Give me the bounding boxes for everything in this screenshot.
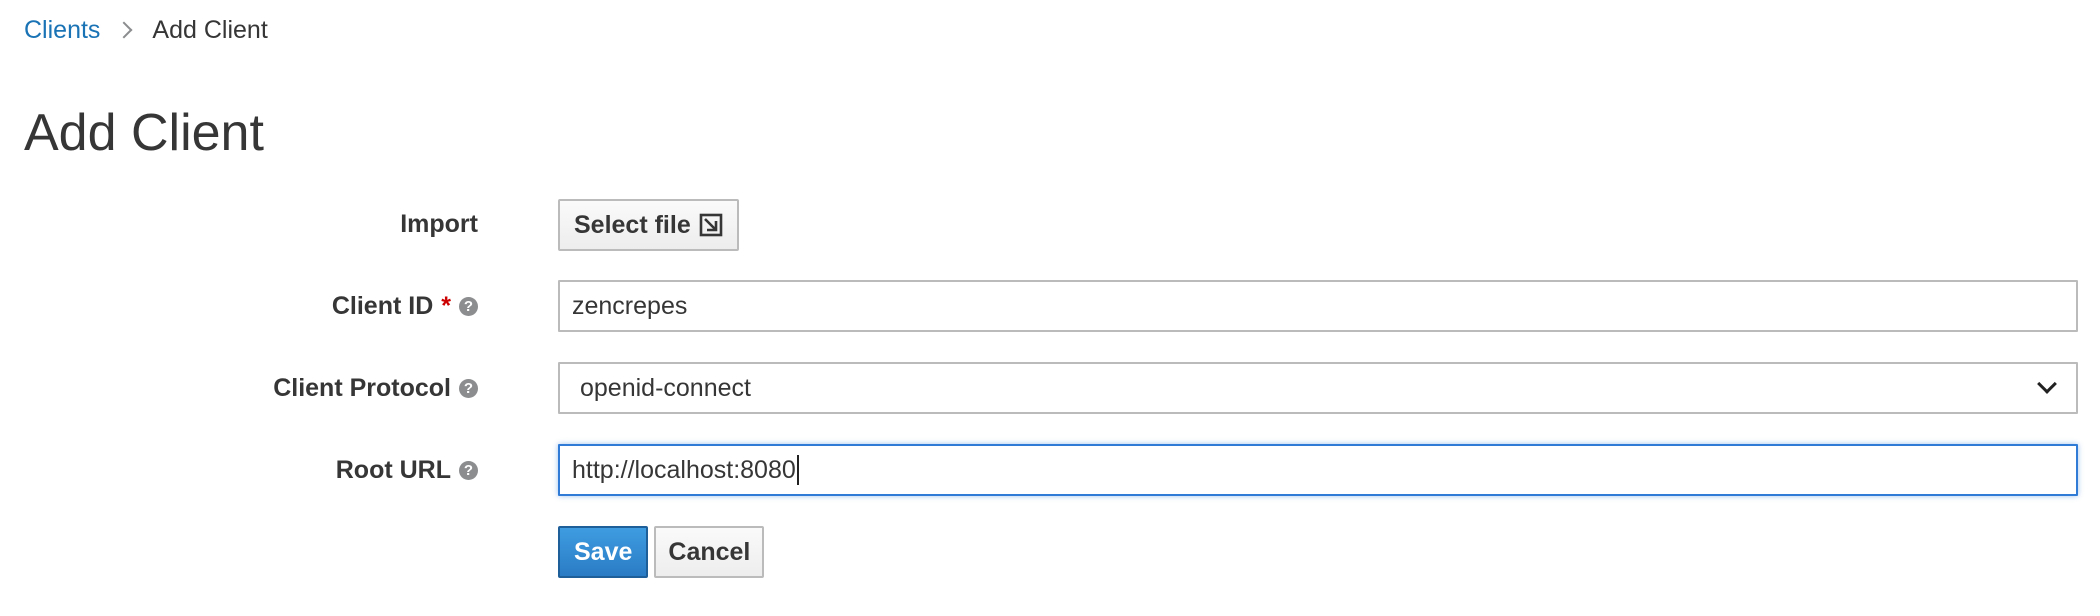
page-title: Add Client xyxy=(24,104,264,162)
breadcrumb: Clients Add Client xyxy=(24,12,268,48)
client-protocol-label-wrap: Client Protocol ? xyxy=(273,362,478,414)
root-url-value: http://localhost:8080 xyxy=(572,455,796,484)
select-file-button[interactable]: Select file xyxy=(558,199,739,251)
root-url-control: http://localhost:8080 xyxy=(558,444,2078,496)
breadcrumb-link-clients[interactable]: Clients xyxy=(24,16,100,45)
client-id-value: zencrepes xyxy=(572,291,688,320)
root-url-row: Root URL ? http://localhost:8080 xyxy=(0,444,2100,496)
cancel-button[interactable]: Cancel xyxy=(654,526,765,578)
chevron-right-icon xyxy=(115,21,133,39)
import-label-wrap: Import xyxy=(400,198,478,250)
chevron-down-icon xyxy=(2037,374,2057,394)
import-label: Import xyxy=(400,209,478,238)
root-url-label-wrap: Root URL ? xyxy=(336,444,478,496)
text-cursor xyxy=(796,455,799,485)
import-control: Select file xyxy=(558,199,739,251)
root-url-label: Root URL xyxy=(335,455,451,484)
client-protocol-row: Client Protocol ? openid-connect xyxy=(0,362,2100,414)
import-file-icon xyxy=(699,213,723,237)
client-id-control: zencrepes xyxy=(558,280,2078,332)
breadcrumb-current: Add Client xyxy=(152,15,268,44)
root-url-input[interactable]: http://localhost:8080 xyxy=(558,444,2078,496)
select-file-label: Select file xyxy=(574,210,691,239)
question-circle-icon[interactable]: ? xyxy=(459,378,478,398)
form-actions: Save Cancel xyxy=(558,526,765,578)
client-protocol-selected: openid-connect xyxy=(580,373,751,402)
save-button[interactable]: Save xyxy=(558,526,649,578)
import-row: Import Select file xyxy=(0,198,2100,251)
question-circle-icon[interactable]: ? xyxy=(459,296,478,316)
question-circle-icon[interactable]: ? xyxy=(459,460,478,480)
client-id-label-wrap: Client ID * ? xyxy=(332,280,478,332)
client-protocol-label: Client Protocol xyxy=(273,373,451,402)
add-client-page: Clients Add Client Add Client Import Sel… xyxy=(0,0,2100,616)
client-id-row: Client ID * ? zencrepes xyxy=(0,280,2100,332)
client-protocol-control: openid-connect xyxy=(558,362,2078,414)
client-protocol-select[interactable]: openid-connect xyxy=(558,362,2078,414)
required-marker: * xyxy=(441,291,451,320)
client-id-input[interactable]: zencrepes xyxy=(558,280,2078,332)
client-id-label: Client ID xyxy=(331,291,434,320)
